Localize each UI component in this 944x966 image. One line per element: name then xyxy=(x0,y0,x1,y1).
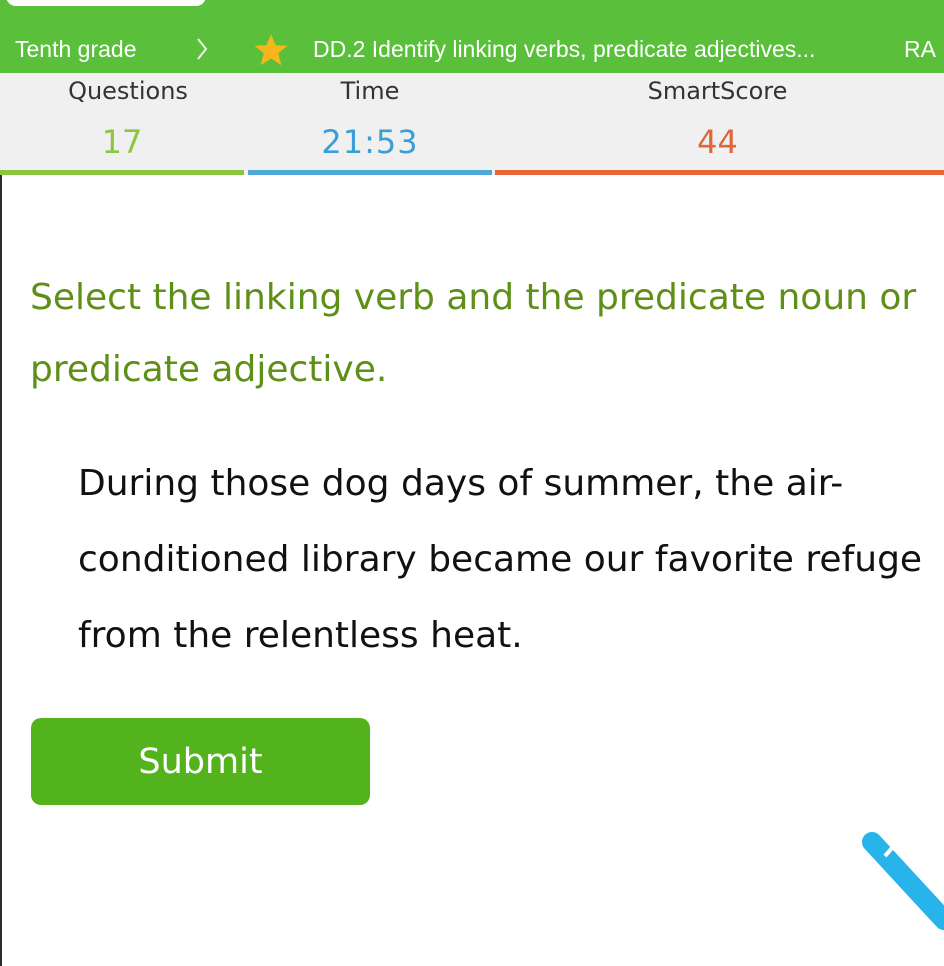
word-option[interactable]: favorite xyxy=(655,539,794,580)
word-option[interactable]: dog xyxy=(322,463,390,504)
word-option[interactable]: our xyxy=(584,539,644,580)
word-option[interactable]: During xyxy=(78,463,199,504)
submit-button[interactable]: Submit xyxy=(31,718,370,805)
word-option[interactable]: the xyxy=(715,463,774,504)
left-border xyxy=(0,175,2,966)
word-option[interactable]: relentless xyxy=(244,615,419,656)
question-sentence: During those dog days of summer, the air… xyxy=(78,446,944,674)
smartscore-value: 44 xyxy=(697,123,738,161)
word-option[interactable]: library xyxy=(301,539,417,580)
breadcrumb-extra: RA xyxy=(904,36,936,62)
questions-stat: Questions 17 xyxy=(0,73,244,175)
stats-bar: Questions 17 Time 21:53 SmartScore 44 xyxy=(0,73,944,175)
smartscore-underline xyxy=(495,170,944,175)
word-option[interactable]: summer, xyxy=(544,463,704,504)
questions-underline xyxy=(0,170,244,175)
top-tab xyxy=(6,0,206,6)
star-icon xyxy=(254,34,288,66)
skill-title: DD.2 Identify linking verbs, predicate a… xyxy=(313,36,816,62)
smartscore-label: SmartScore xyxy=(647,77,788,105)
word-option[interactable]: days xyxy=(401,463,486,504)
time-underline xyxy=(248,170,492,175)
breadcrumb-grade-link[interactable]: Tenth grade xyxy=(15,36,136,63)
time-stat: Time 21:53 xyxy=(248,73,492,175)
word-option[interactable]: heat. xyxy=(430,615,523,656)
time-value: 21:53 xyxy=(321,123,419,161)
word-option[interactable]: refuge xyxy=(805,539,922,580)
word-option[interactable]: those xyxy=(210,463,310,504)
word-option[interactable]: the xyxy=(173,615,232,656)
question-instruction: Select the linking verb and the predicat… xyxy=(30,277,917,390)
word-option[interactable]: of xyxy=(497,463,532,504)
word-option[interactable]: from xyxy=(78,615,162,656)
pencil-icon[interactable] xyxy=(860,830,944,930)
breadcrumb: Tenth grade DD.2 Identify linking verbs,… xyxy=(0,26,944,73)
chevron-right-icon xyxy=(197,38,208,60)
top-bar xyxy=(0,0,944,26)
questions-label: Questions xyxy=(68,77,188,105)
time-label: Time xyxy=(340,77,400,105)
word-option[interactable]: became xyxy=(428,539,572,580)
questions-value: 17 xyxy=(101,123,143,161)
smartscore-stat: SmartScore 44 xyxy=(495,73,944,175)
